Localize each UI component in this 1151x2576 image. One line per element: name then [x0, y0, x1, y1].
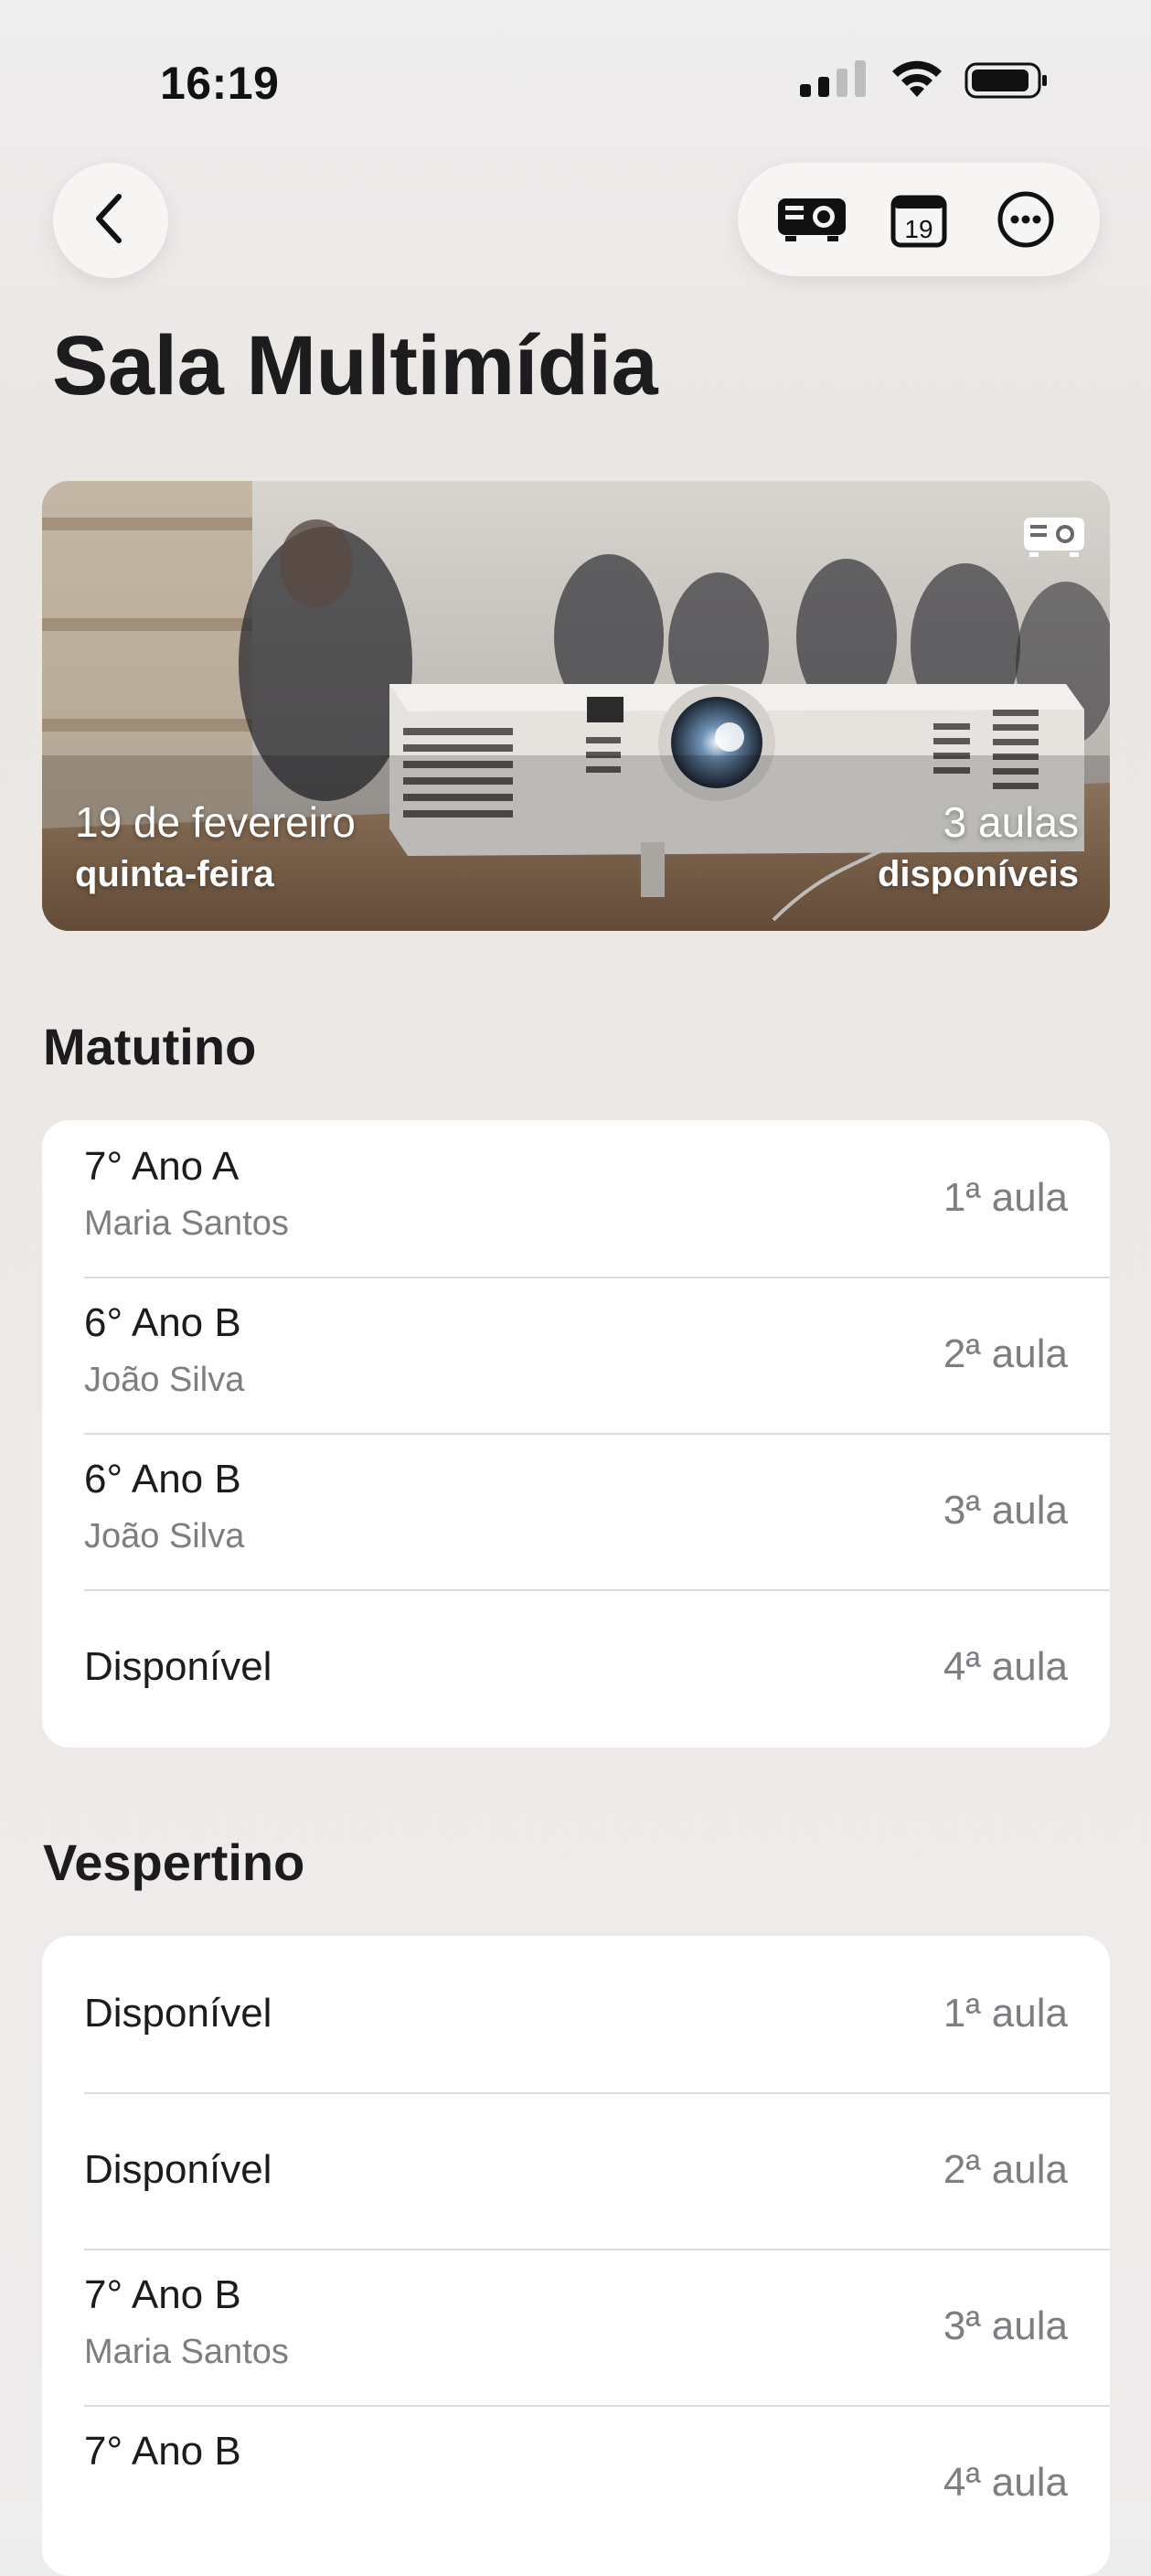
row-class-label: 6° Ano B	[84, 1300, 241, 1345]
schedule-row[interactable]: 7° Ano A Maria Santos 1ª aula	[42, 1120, 1110, 1277]
hero-weekday: quinta-feira	[75, 854, 274, 894]
row-teacher-label: João Silva	[84, 1361, 245, 1399]
status-time: 16:19	[160, 58, 280, 109]
row-slot-label: 1ª aula	[943, 1175, 1068, 1220]
hero-card[interactable]: 19 de fevereiro quinta-feira 3 aulas dis…	[42, 481, 1110, 931]
projector-icon[interactable]	[771, 178, 853, 261]
schedule-row[interactable]: Disponível 2ª aula	[42, 2092, 1110, 2249]
hero-available-label: disponíveis	[877, 854, 1079, 894]
schedule-row[interactable]: 7° Ano B Maria Santos 3ª aula	[42, 2249, 1110, 2405]
wifi-icon	[890, 60, 944, 105]
schedule-row[interactable]: 6° Ano B João Silva 2ª aula	[42, 1277, 1110, 1433]
more-icon[interactable]	[985, 178, 1067, 261]
row-class-label: 7° Ano A	[84, 1144, 240, 1189]
row-teacher-label: Maria Santos	[84, 2333, 289, 2371]
row-slot-label: 2ª aula	[943, 2147, 1068, 2192]
schedule-card-vespertino: Disponível 1ª aula Disponível 2ª aula 7°…	[42, 1936, 1110, 2576]
calendar-icon[interactable]: 19	[878, 178, 960, 261]
action-group: 19	[738, 163, 1100, 276]
row-slot-label: 3ª aula	[943, 1488, 1068, 1533]
cellular-signal-icon	[800, 60, 869, 105]
section-title-matutino: Matutino	[43, 1018, 257, 1075]
row-class-label: 7° Ano B	[84, 2429, 241, 2474]
schedule-row[interactable]: 7° Ano B 4ª aula	[42, 2405, 1110, 2561]
page-title: Sala Multimídia	[52, 319, 658, 412]
schedule-card-matutino: 7° Ano A Maria Santos 1ª aula 6° Ano B J…	[42, 1120, 1110, 1748]
back-button[interactable]	[53, 163, 168, 278]
row-status-label: Disponível	[84, 1991, 272, 2036]
row-class-label: 6° Ano B	[84, 1457, 241, 1502]
row-slot-label: 4ª aula	[943, 2460, 1068, 2505]
row-teacher-label: João Silva	[84, 1517, 245, 1555]
row-class-label: 7° Ano B	[84, 2272, 241, 2317]
row-slot-label: 3ª aula	[943, 2303, 1068, 2348]
row-teacher-label: Maria Santos	[84, 1204, 289, 1243]
battery-icon	[964, 60, 1049, 105]
row-slot-label: 1ª aula	[943, 1991, 1068, 2036]
schedule-row[interactable]: Disponível 4ª aula	[42, 1589, 1110, 1746]
hero-available-count: 3 aulas	[943, 798, 1079, 846]
hero-date: 19 de fevereiro	[75, 798, 356, 846]
row-slot-label: 4ª aula	[943, 1644, 1068, 1689]
calendar-day-number: 19	[904, 215, 933, 243]
schedule-row[interactable]: 6° Ano B João Silva 3ª aula	[42, 1433, 1110, 1589]
row-slot-label: 2ª aula	[943, 1331, 1068, 1376]
projector-icon	[1022, 514, 1086, 566]
schedule-row[interactable]: Disponível 1ª aula	[42, 1936, 1110, 2092]
row-status-label: Disponível	[84, 1644, 272, 1689]
chevron-left-icon	[88, 191, 133, 251]
section-title-vespertino: Vespertino	[43, 1833, 305, 1891]
row-status-label: Disponível	[84, 2147, 272, 2192]
status-icons	[800, 60, 1049, 105]
